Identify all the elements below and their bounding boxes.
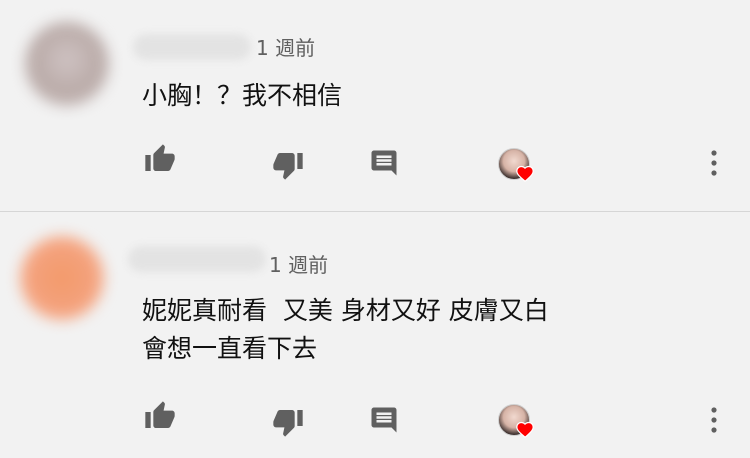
- comment-text: 小胸！？我不相信: [142, 77, 342, 115]
- reply-button[interactable]: [366, 145, 402, 181]
- comment-time: 1 週前: [269, 253, 329, 277]
- dislike-button[interactable]: [270, 147, 306, 183]
- comment-time: 1 週前: [256, 36, 316, 60]
- thumb-up-icon: [145, 144, 175, 171]
- comment-text-line: 小胸！？我不相信: [142, 81, 343, 110]
- more-vertical-icon: [711, 150, 717, 176]
- comment-text-line: 妮妮真耐看 又美 身材又好 皮膚又白: [142, 296, 549, 325]
- commenter-avatar[interactable]: [25, 22, 109, 106]
- like-button[interactable]: [142, 141, 178, 177]
- thumb-up-icon: [145, 401, 175, 428]
- more-options-button[interactable]: [696, 145, 732, 181]
- creator-heart-badge: [498, 404, 538, 444]
- comment-text: 妮妮真耐看 又美 身材又好 皮膚又白 會想一直看下去: [142, 292, 549, 368]
- reply-comment-icon: [371, 150, 397, 176]
- comment-item: 1 週前 小胸！？我不相信: [0, 0, 750, 211]
- dislike-button[interactable]: [270, 404, 306, 440]
- commenter-name-redacted[interactable]: [133, 34, 251, 60]
- creator-heart-icon: [516, 165, 534, 182]
- more-vertical-icon: [711, 407, 717, 433]
- commenter-name-redacted[interactable]: [128, 246, 266, 272]
- more-options-button[interactable]: [696, 402, 732, 438]
- creator-heart-badge: [498, 148, 538, 188]
- creator-heart-icon: [516, 421, 534, 438]
- comment-item: 1 週前 妮妮真耐看 又美 身材又好 皮膚又白 會想一直看下去: [0, 212, 750, 458]
- commenter-avatar[interactable]: [20, 236, 104, 320]
- comment-text-line: 會想一直看下去: [142, 334, 318, 363]
- reply-comment-icon: [371, 407, 397, 433]
- like-button[interactable]: [142, 398, 178, 434]
- thumb-down-icon: [273, 153, 303, 180]
- thumb-down-icon: [273, 410, 303, 437]
- reply-button[interactable]: [366, 402, 402, 438]
